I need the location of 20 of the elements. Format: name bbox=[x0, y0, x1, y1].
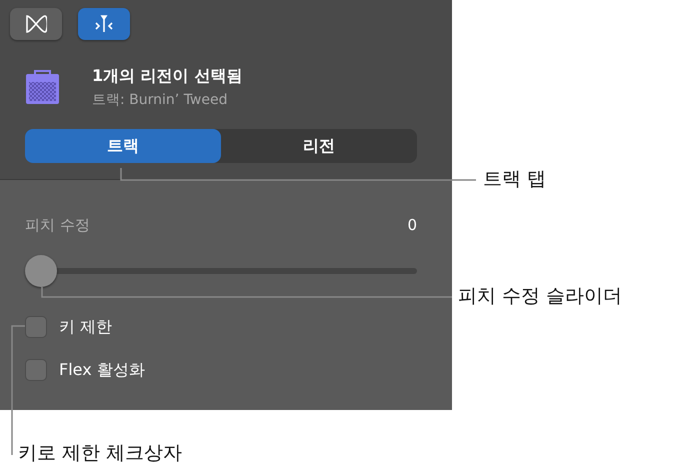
mode-button[interactable] bbox=[10, 8, 62, 40]
callout-label: 피치 수정 슬라이더 bbox=[458, 284, 622, 309]
track-name: 트랙: Burnin’ Tweed bbox=[92, 91, 228, 109]
checkbox-label: 키 제한 bbox=[59, 316, 112, 338]
checkbox[interactable] bbox=[25, 359, 47, 381]
slider-thumb[interactable] bbox=[25, 255, 57, 287]
callout-label: 키로 제한 체크상자 bbox=[18, 441, 182, 466]
bowtie-icon bbox=[26, 15, 47, 33]
tab[interactable]: 리전 bbox=[221, 129, 417, 163]
callout-label: 트랙 탭 bbox=[483, 167, 546, 192]
tab[interactable]: 트랙 bbox=[25, 129, 221, 163]
pitch-label: 피치 수정 bbox=[25, 216, 90, 235]
pitch-slider[interactable] bbox=[25, 255, 417, 287]
checkbox[interactable] bbox=[25, 316, 47, 338]
split-icon bbox=[95, 15, 113, 33]
mode-button[interactable] bbox=[78, 8, 130, 40]
amp-icon bbox=[25, 70, 60, 105]
checkbox-label: Flex 활성화 bbox=[59, 360, 145, 380]
selection-title: 1개의 리전이 선택됨 bbox=[92, 66, 242, 87]
pitch-value: 0 bbox=[407, 216, 417, 235]
